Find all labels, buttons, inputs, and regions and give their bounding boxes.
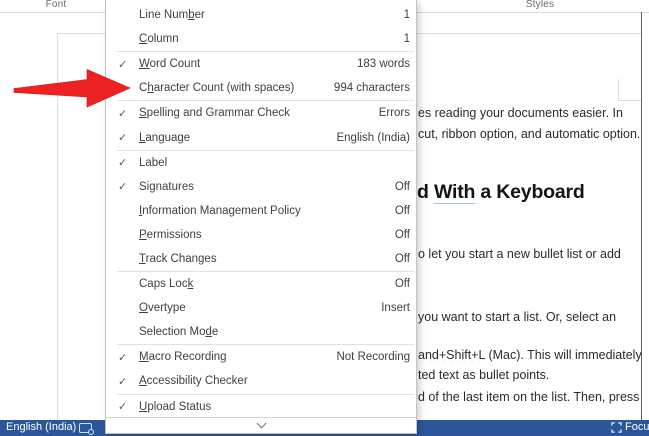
customize-status-bar-menu: Line Number 1 Column 1 ✓ Word Count 183 … [105, 0, 417, 434]
menu-item-character-count[interactable]: Character Count (with spaces) 994 charac… [106, 76, 416, 100]
menu-item-language[interactable]: ✓ Language English (India) [106, 125, 416, 149]
menu-item-value: Off [395, 205, 410, 217]
checkmark-icon: ✓ [118, 156, 139, 169]
menu-item-line-number[interactable]: Line Number 1 [106, 3, 416, 27]
menu-item-caps-lock[interactable]: Caps Lock Off [106, 272, 416, 296]
menu-item-overtype[interactable]: Overtype Insert [106, 296, 416, 320]
macro-recording-icon[interactable] [79, 423, 92, 433]
document-text-line: es reading your documents easier. In [418, 106, 642, 120]
menu-item-column[interactable]: Column 1 [106, 27, 416, 51]
menu-item-value: English (India) [336, 132, 410, 144]
menu-item-value: 994 characters [334, 82, 410, 94]
menu-scroll-down[interactable] [106, 417, 416, 433]
document-text-line: ted text as bullet points. [418, 368, 642, 382]
ribbon-group-label-styles: Styles [430, 0, 649, 10]
menu-item-value: Off [395, 253, 410, 265]
status-language[interactable]: English (India) [6, 421, 76, 433]
document-text-line: and+Shift+L (Mac). This will immediately [418, 348, 642, 362]
checkmark-icon: ✓ [118, 58, 139, 71]
menu-item-information-management-policy[interactable]: Information Management Policy Off [106, 199, 416, 223]
macro-dot-icon [88, 429, 94, 435]
menu-rows: Line Number 1 Column 1 ✓ Word Count 183 … [106, 3, 416, 419]
spelling-underline: and+Shift+L [418, 348, 485, 362]
menu-item-value: 1 [404, 33, 410, 45]
menu-item-value: Insert [381, 302, 410, 314]
menu-item-value: 183 words [357, 58, 410, 70]
menu-item-value: Not Recording [336, 351, 410, 363]
focus-button[interactable]: Focus [611, 421, 649, 433]
checkmark-icon: ✓ [118, 131, 139, 144]
document-text-line: cut, ribbon option, and automatic option… [418, 127, 642, 141]
checkmark-icon: ✓ [118, 375, 139, 388]
chevron-down-icon [256, 419, 266, 429]
page-border-left [57, 33, 58, 420]
menu-item-macro-recording[interactable]: ✓ Macro Recording Not Recording [106, 345, 416, 369]
grammar-underline: Or, [546, 310, 563, 324]
document-text-line: you want to start a list. Or, select an [418, 310, 642, 324]
menu-item-permissions[interactable]: Permissions Off [106, 223, 416, 247]
ribbon-group-label-font: Font [0, 0, 112, 10]
menu-item-value: Errors [379, 107, 410, 119]
document-heading: d With a Keyboard [417, 181, 642, 204]
menu-item-upload-status[interactable]: ✓ Upload Status [106, 395, 416, 419]
menu-item-value: Off [395, 229, 410, 241]
menu-item-value: Off [395, 278, 410, 290]
menu-item-track-changes[interactable]: Track Changes Off [106, 247, 416, 271]
menu-item-signatures[interactable]: ✓ Signatures Off [106, 175, 416, 199]
menu-item-word-count[interactable]: ✓ Word Count 183 words [106, 52, 416, 76]
menu-item-value: Off [395, 181, 410, 193]
document-text-line: o let you start a new bullet list or add [418, 247, 642, 261]
document-text-line: d of the last item on the list. Then, pr… [418, 390, 642, 404]
checkmark-icon: ✓ [118, 180, 139, 193]
menu-item-selection-mode[interactable]: Selection Mode [106, 320, 416, 344]
checkmark-icon: ✓ [118, 351, 139, 364]
focus-icon [611, 422, 622, 433]
menu-item-spelling-grammar[interactable]: ✓ Spelling and Grammar Check Errors [106, 101, 416, 125]
checkmark-icon: ✓ [118, 107, 139, 120]
checkmark-icon: ✓ [118, 400, 139, 413]
menu-item-value: 1 [404, 9, 410, 21]
grammar-underline: With [434, 181, 475, 204]
menu-item-accessibility-checker[interactable]: ✓ Accessibility Checker [106, 369, 416, 393]
menu-item-label[interactable]: ✓ Label [106, 151, 416, 175]
decorative-corner [618, 79, 642, 101]
